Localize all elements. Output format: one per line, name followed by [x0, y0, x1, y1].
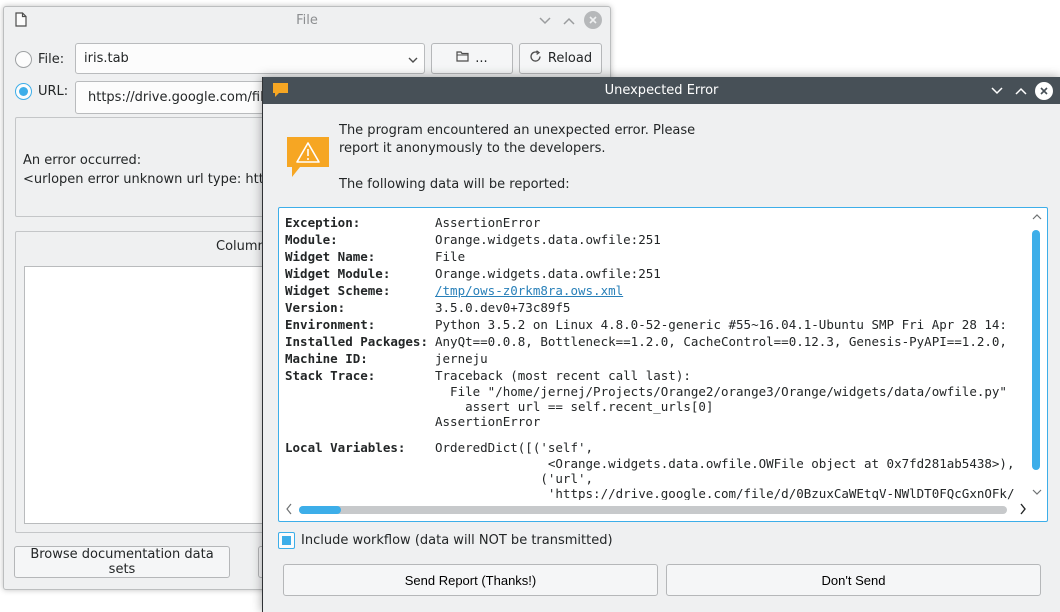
vertical-scrollbar[interactable] — [1032, 212, 1042, 500]
report-row-module: Module: Orange.widgets.data.owfile:251 — [285, 231, 1029, 248]
warning-icon — [286, 135, 330, 183]
report-row-machine: Machine ID: jerneju — [285, 350, 1029, 367]
report-value: jerneju — [435, 351, 488, 366]
report-content: Exception: AssertionError Module: Orange… — [285, 214, 1029, 500]
report-value: Traceback (most recent call last): — [435, 368, 691, 383]
browse-file-button[interactable]: ... — [431, 43, 513, 74]
report-key: Installed Packages: — [285, 334, 428, 349]
report-value: AssertionError — [435, 215, 541, 230]
include-workflow-checkbox[interactable] — [278, 532, 295, 549]
report-text-area[interactable]: Exception: AssertionError Module: Orange… — [278, 207, 1048, 522]
report-key: Machine ID: — [285, 351, 368, 366]
error-message: The program encountered an unexpected er… — [339, 122, 695, 158]
dont-send-label: Don't Send — [821, 572, 886, 588]
folder-icon — [456, 51, 469, 66]
report-key: Environment: — [285, 317, 376, 332]
reload-button[interactable]: Reload — [519, 43, 602, 74]
error-info-line1: An error occurred: — [23, 153, 142, 168]
file-window-title: File — [296, 13, 318, 28]
report-key: Widget Name: — [285, 249, 376, 264]
report-key: Version: — [285, 300, 346, 315]
close-icon[interactable] — [1034, 81, 1054, 101]
report-key: Stack Trace: — [285, 368, 376, 383]
url-input-value: https://drive.google.com/file — [88, 90, 272, 105]
columns-box: Column — [15, 231, 275, 533]
file-radio-label: File: — [38, 52, 65, 67]
file-combo[interactable]: iris.tab — [75, 43, 425, 74]
local-vars-line: <Orange.widgets.data.owfile.OWFile objec… — [435, 456, 1015, 471]
report-value: 3.5.0.dev0+73c89f5 — [435, 300, 571, 315]
reload-icon — [529, 50, 542, 67]
error-dialog-title: Unexpected Error — [604, 83, 719, 98]
chevron-up-icon[interactable] — [1032, 212, 1042, 223]
report-key: Widget Module: — [285, 266, 391, 281]
report-key: Exception: — [285, 215, 361, 230]
error-dialog: Unexpected Error The program encountered… — [262, 77, 1060, 612]
maximize-icon[interactable] — [560, 12, 578, 30]
report-intro: The following data will be reported: — [339, 177, 570, 192]
columns-table[interactable] — [24, 266, 274, 524]
report-value: File — [435, 249, 466, 264]
error-dialog-titlebar[interactable]: Unexpected Error — [263, 77, 1060, 104]
report-row-version: Version: 3.5.0.dev0+73c89f5 — [285, 299, 1029, 316]
error-message-line1: The program encountered an unexpected er… — [339, 123, 696, 138]
browse-docs-button[interactable]: Browse documentation data sets — [14, 546, 230, 578]
local-vars-line: 'https://drive.google.com/file/d/0BzuxCa… — [435, 486, 1015, 500]
file-radio[interactable] — [15, 51, 32, 68]
columns-title: Column — [216, 239, 266, 254]
url-radio-label: URL: — [38, 84, 69, 99]
reload-label: Reload — [547, 51, 593, 66]
report-row-packages: Installed Packages: AnyQt==0.0.8, Bottle… — [285, 333, 1029, 350]
minimize-icon[interactable] — [536, 12, 554, 30]
browse-docs-label: Browse documentation data sets — [30, 547, 214, 577]
chevron-right-icon[interactable] — [1019, 503, 1027, 519]
browse-file-label: ... — [475, 51, 488, 66]
report-value: Orange.widgets.data.owfile:251 — [435, 232, 661, 247]
report-row-environment: Environment: Python 3.5.2 on Linux 4.8.0… — [285, 316, 1029, 333]
send-report-label: Send Report (Thanks!) — [404, 572, 537, 588]
report-value: Orange.widgets.data.owfile:251 — [435, 266, 661, 281]
horizontal-scrollbar[interactable] — [283, 503, 1033, 517]
dont-send-button[interactable]: Don't Send — [666, 564, 1041, 596]
widget-scheme-link[interactable]: /tmp/ows-z0rkm8ra.ows.xml — [435, 282, 623, 299]
chevron-left-icon[interactable] — [285, 503, 293, 519]
vertical-scroll-thumb[interactable] — [1032, 230, 1040, 470]
error-info-line2: <urlopen error unknown url type: htt> — [23, 172, 275, 187]
file-window-titlebar[interactable]: File — [4, 7, 610, 35]
error-info-text: An error occurred: <urlopen error unknow… — [23, 151, 275, 189]
report-row-widget-module: Widget Module: Orange.widgets.data.owfil… — [285, 265, 1029, 282]
include-workflow-label[interactable]: Include workflow (data will NOT be trans… — [301, 533, 613, 548]
stack-trace-line: assert url == self.recent_urls[0] — [435, 399, 714, 414]
report-row-widget-scheme: Widget Scheme: /tmp/ows-z0rkm8ra.ows.xml — [285, 282, 1029, 299]
maximize-icon[interactable] — [1011, 81, 1031, 101]
report-key: Widget Scheme: — [285, 283, 391, 298]
url-radio[interactable] — [15, 83, 32, 100]
horizontal-scroll-thumb[interactable] — [299, 506, 341, 514]
local-vars-line: ('url', — [435, 471, 594, 486]
chevron-down-icon[interactable] — [1032, 488, 1042, 499]
report-row-exception: Exception: AssertionError — [285, 214, 1029, 231]
close-icon[interactable] — [584, 11, 602, 29]
report-value: AnyQt==0.0.8, Bottleneck==1.2.0, CacheCo… — [435, 334, 1007, 349]
report-row-stack-trace: Stack Trace: Traceback (most recent call… — [285, 367, 1029, 384]
report-value: Python 3.5.2 on Linux 4.8.0-52-generic #… — [435, 317, 1007, 332]
stack-trace-line: AssertionError — [435, 414, 541, 429]
send-report-button[interactable]: Send Report (Thanks!) — [283, 564, 658, 596]
info-box: An error occurred: <urlopen error unknow… — [15, 117, 275, 217]
stack-trace-line: File "/home/jernej/Projects/Orange2/oran… — [435, 384, 1007, 399]
report-row-locals: Local Variables: OrderedDict([('self', — [285, 439, 1029, 456]
error-message-line2: report it anonymously to the developers. — [339, 141, 606, 156]
report-row-widget-name: Widget Name: File — [285, 248, 1029, 265]
report-value: OrderedDict([('self', — [435, 440, 594, 455]
horizontal-scroll-track[interactable] — [299, 506, 1007, 514]
chevron-down-icon — [408, 53, 418, 68]
minimize-icon[interactable] — [987, 81, 1007, 101]
report-key: Module: — [285, 232, 338, 247]
file-combo-value: iris.tab — [84, 51, 129, 66]
report-key: Local Variables: — [285, 440, 406, 455]
